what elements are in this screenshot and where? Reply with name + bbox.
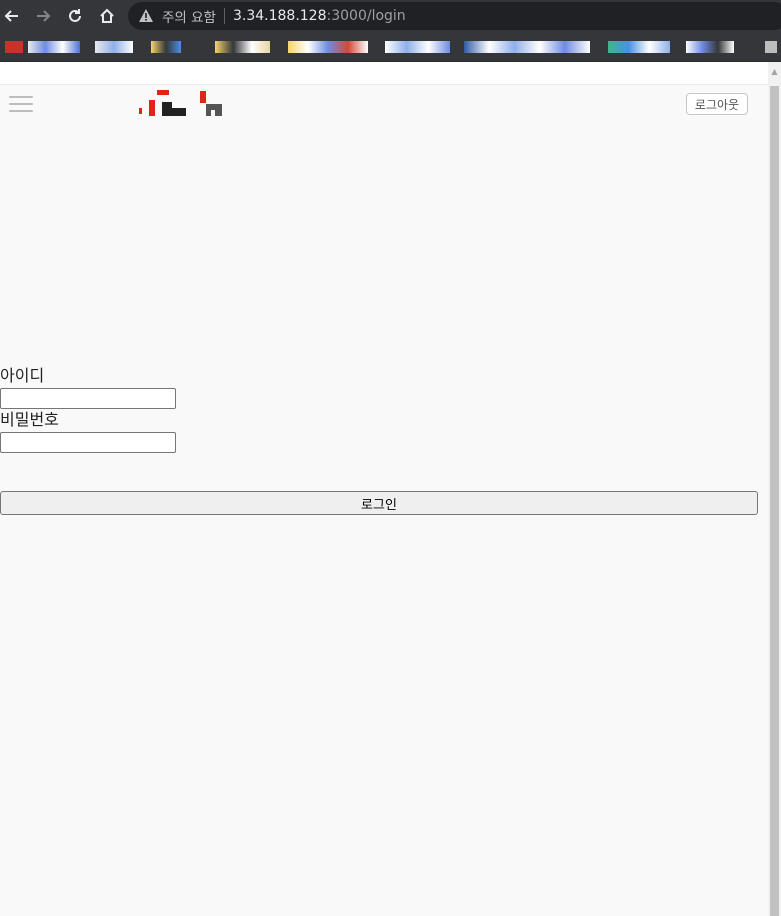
login-button[interactable]: 로그인 bbox=[0, 491, 758, 515]
id-input[interactable] bbox=[0, 388, 176, 409]
arrow-right-icon[interactable] bbox=[31, 4, 55, 28]
scroll-up-icon[interactable]: ▲ bbox=[770, 66, 779, 78]
address-bar[interactable]: 주의 요함 3.34.188.128 :3000/login bbox=[128, 2, 781, 30]
url-path: :3000/login bbox=[326, 8, 406, 24]
bookmarks-bar bbox=[0, 33, 781, 62]
scrollbar-thumb[interactable] bbox=[770, 86, 779, 916]
arrow-left-icon[interactable] bbox=[0, 4, 24, 28]
page-top-strip bbox=[0, 62, 768, 85]
warning-icon[interactable] bbox=[138, 8, 154, 24]
bookmark-item[interactable] bbox=[215, 41, 270, 53]
bookmark-item[interactable] bbox=[608, 41, 670, 53]
bookmark-item[interactable] bbox=[765, 41, 777, 53]
hamburger-menu-icon[interactable] bbox=[9, 96, 33, 112]
logout-button[interactable]: 로그아웃 bbox=[686, 93, 748, 115]
reload-icon[interactable] bbox=[63, 4, 87, 28]
bookmark-item[interactable] bbox=[5, 41, 23, 53]
home-icon[interactable] bbox=[95, 4, 119, 28]
id-label: 아이디 bbox=[0, 366, 45, 385]
bookmark-item[interactable] bbox=[28, 41, 80, 53]
logo bbox=[139, 90, 222, 116]
bookmark-item[interactable] bbox=[151, 41, 181, 53]
password-label: 비밀번호 bbox=[0, 410, 59, 429]
url-host: 3.34.188.128 bbox=[232, 8, 327, 24]
omnibox-divider bbox=[223, 8, 225, 24]
bookmark-item[interactable] bbox=[288, 41, 368, 53]
browser-toolbar: 주의 요함 3.34.188.128 :3000/login bbox=[0, 0, 781, 33]
security-status[interactable]: 주의 요함 bbox=[162, 6, 216, 26]
password-input[interactable] bbox=[0, 432, 176, 453]
bookmark-item[interactable] bbox=[95, 41, 133, 53]
bookmark-item[interactable] bbox=[385, 41, 450, 53]
bookmark-item[interactable] bbox=[464, 41, 590, 53]
bookmark-item[interactable] bbox=[686, 41, 734, 53]
